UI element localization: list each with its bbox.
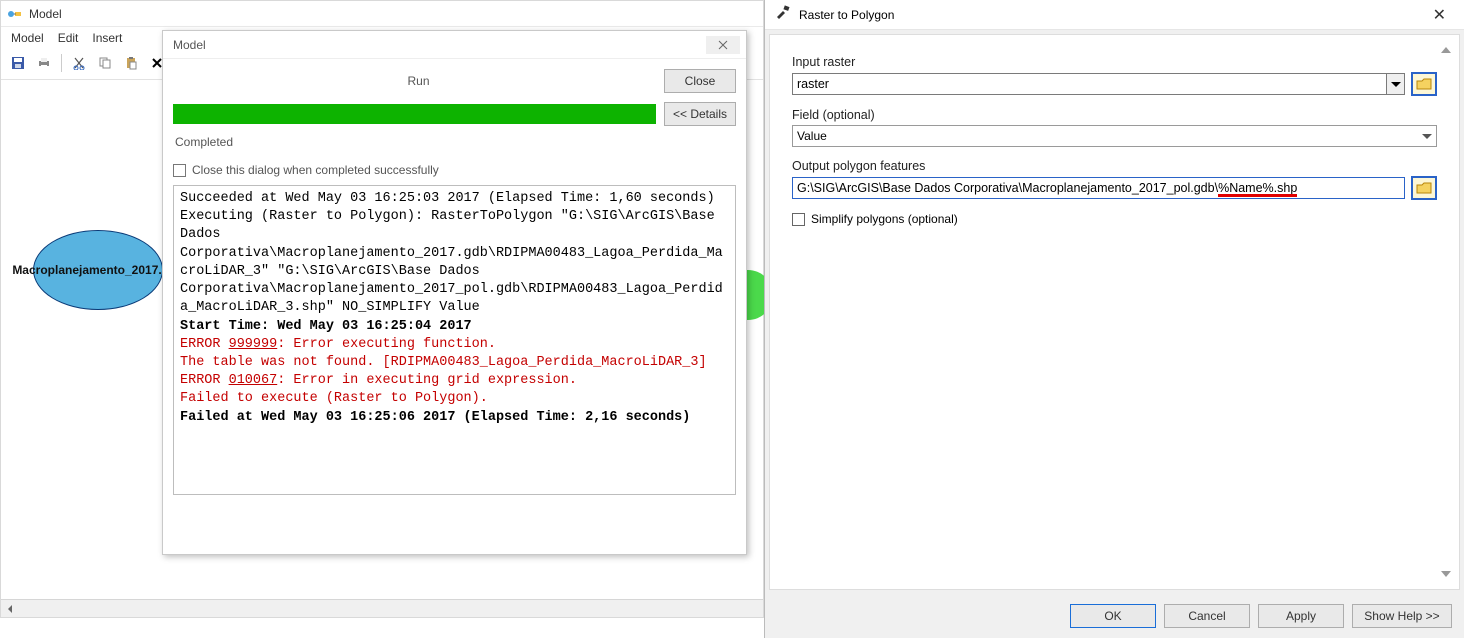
status-text: Completed [173,129,736,163]
hammer-icon [775,5,791,24]
log-line-success: Succeeded at Wed May 03 16:25:03 2017 (E… [180,191,715,206]
log-line-start: Start Time: Wed May 03 16:25:04 2017 [180,319,472,334]
r2p-titlebar: Raster to Polygon ✕ [765,0,1464,30]
details-toggle-button[interactable]: << Details [664,102,736,126]
simplify-polygons-label: Simplify polygons (optional) [811,212,958,226]
field-select[interactable]: Value [792,125,1437,147]
ok-button[interactable]: OK [1070,604,1156,628]
save-icon[interactable] [7,52,29,74]
field-select-value: Value [797,129,827,143]
log-line-executing: Executing (Raster to Polygon): RasterToP… [180,209,723,315]
titlebar-close-button[interactable] [706,36,740,54]
modelbuilder-icon [7,6,23,22]
scroll-left-icon[interactable] [1,600,18,617]
close-on-complete-checkbox[interactable] [173,164,186,177]
toolbar-separator [61,54,62,72]
copy-icon[interactable] [94,52,116,74]
field-optional-label: Field (optional) [792,108,1437,122]
input-raster-field[interactable] [792,73,1387,95]
data-node-ellipse[interactable]: Macroplanejamento_2017.gdb [33,230,163,310]
menu-insert[interactable]: Insert [92,31,122,45]
close-button[interactable]: Close [664,69,736,93]
horizontal-scrollbar[interactable] [1,599,763,617]
close-icon[interactable]: ✕ [1425,3,1454,27]
output-path-variable: %Name%.shp [1218,181,1297,195]
paste-icon[interactable] [120,52,142,74]
r2p-form-panel: Input raster Field (optional) Value Outp… [769,34,1460,590]
run-dialog-titlebar: Model [163,31,746,59]
scroll-up-icon[interactable] [1437,41,1455,59]
execution-log[interactable]: Succeeded at Wed May 03 16:25:03 2017 (E… [173,185,736,495]
input-raster-browse-button[interactable] [1411,72,1437,96]
raster-to-polygon-dialog: Raster to Polygon ✕ Input raster Field (… [764,0,1464,638]
dialog-title: Raster to Polygon [799,8,894,22]
log-error-table: The table was not found. [RDIPMA00483_La… [180,355,707,370]
output-polygon-browse-button[interactable] [1411,176,1437,200]
log-line-failed-at: Failed at Wed May 03 16:25:06 2017 (Elap… [180,410,690,425]
progress-bar [173,104,656,124]
cancel-button[interactable]: Cancel [1164,604,1250,628]
log-error-2: ERROR 010067: Error in executing grid ex… [180,373,577,388]
show-help-button[interactable]: Show Help >> [1352,604,1452,628]
apply-button[interactable]: Apply [1258,604,1344,628]
simplify-polygons-checkbox[interactable] [792,213,805,226]
output-path-prefix: G:\SIG\ArcGIS\Base Dados Corporativa\Mac… [797,181,1218,195]
menu-edit[interactable]: Edit [58,31,79,45]
cut-icon[interactable] [68,52,90,74]
log-error-1: ERROR 999999: Error executing function. [180,337,496,352]
print-icon[interactable] [33,52,55,74]
log-error-failed: Failed to execute (Raster to Polygon). [180,391,488,406]
dialog-title: Model [169,38,206,52]
close-on-complete-label: Close this dialog when completed success… [192,163,439,177]
node-label: Macroplanejamento_2017.gdb [12,263,183,277]
chevron-down-icon [1422,134,1432,139]
input-raster-dropdown-icon[interactable] [1387,73,1405,95]
menu-model[interactable]: Model [11,31,44,45]
r2p-footer: OK Cancel Apply Show Help >> [765,594,1464,638]
model-titlebar: Model [1,1,763,27]
window-title: Model [29,7,62,21]
scroll-down-icon[interactable] [1437,565,1455,583]
error-code-link[interactable]: 999999 [229,337,278,352]
run-progress-dialog: Model Run Close << Details Completed Clo… [162,30,747,555]
error-code-link[interactable]: 010067 [229,373,278,388]
output-polygon-field[interactable]: G:\SIG\ArcGIS\Base Dados Corporativa\Mac… [792,177,1405,199]
run-label: Run [173,74,664,88]
output-polygon-label: Output polygon features [792,159,1437,173]
input-raster-label: Input raster [792,55,1437,69]
